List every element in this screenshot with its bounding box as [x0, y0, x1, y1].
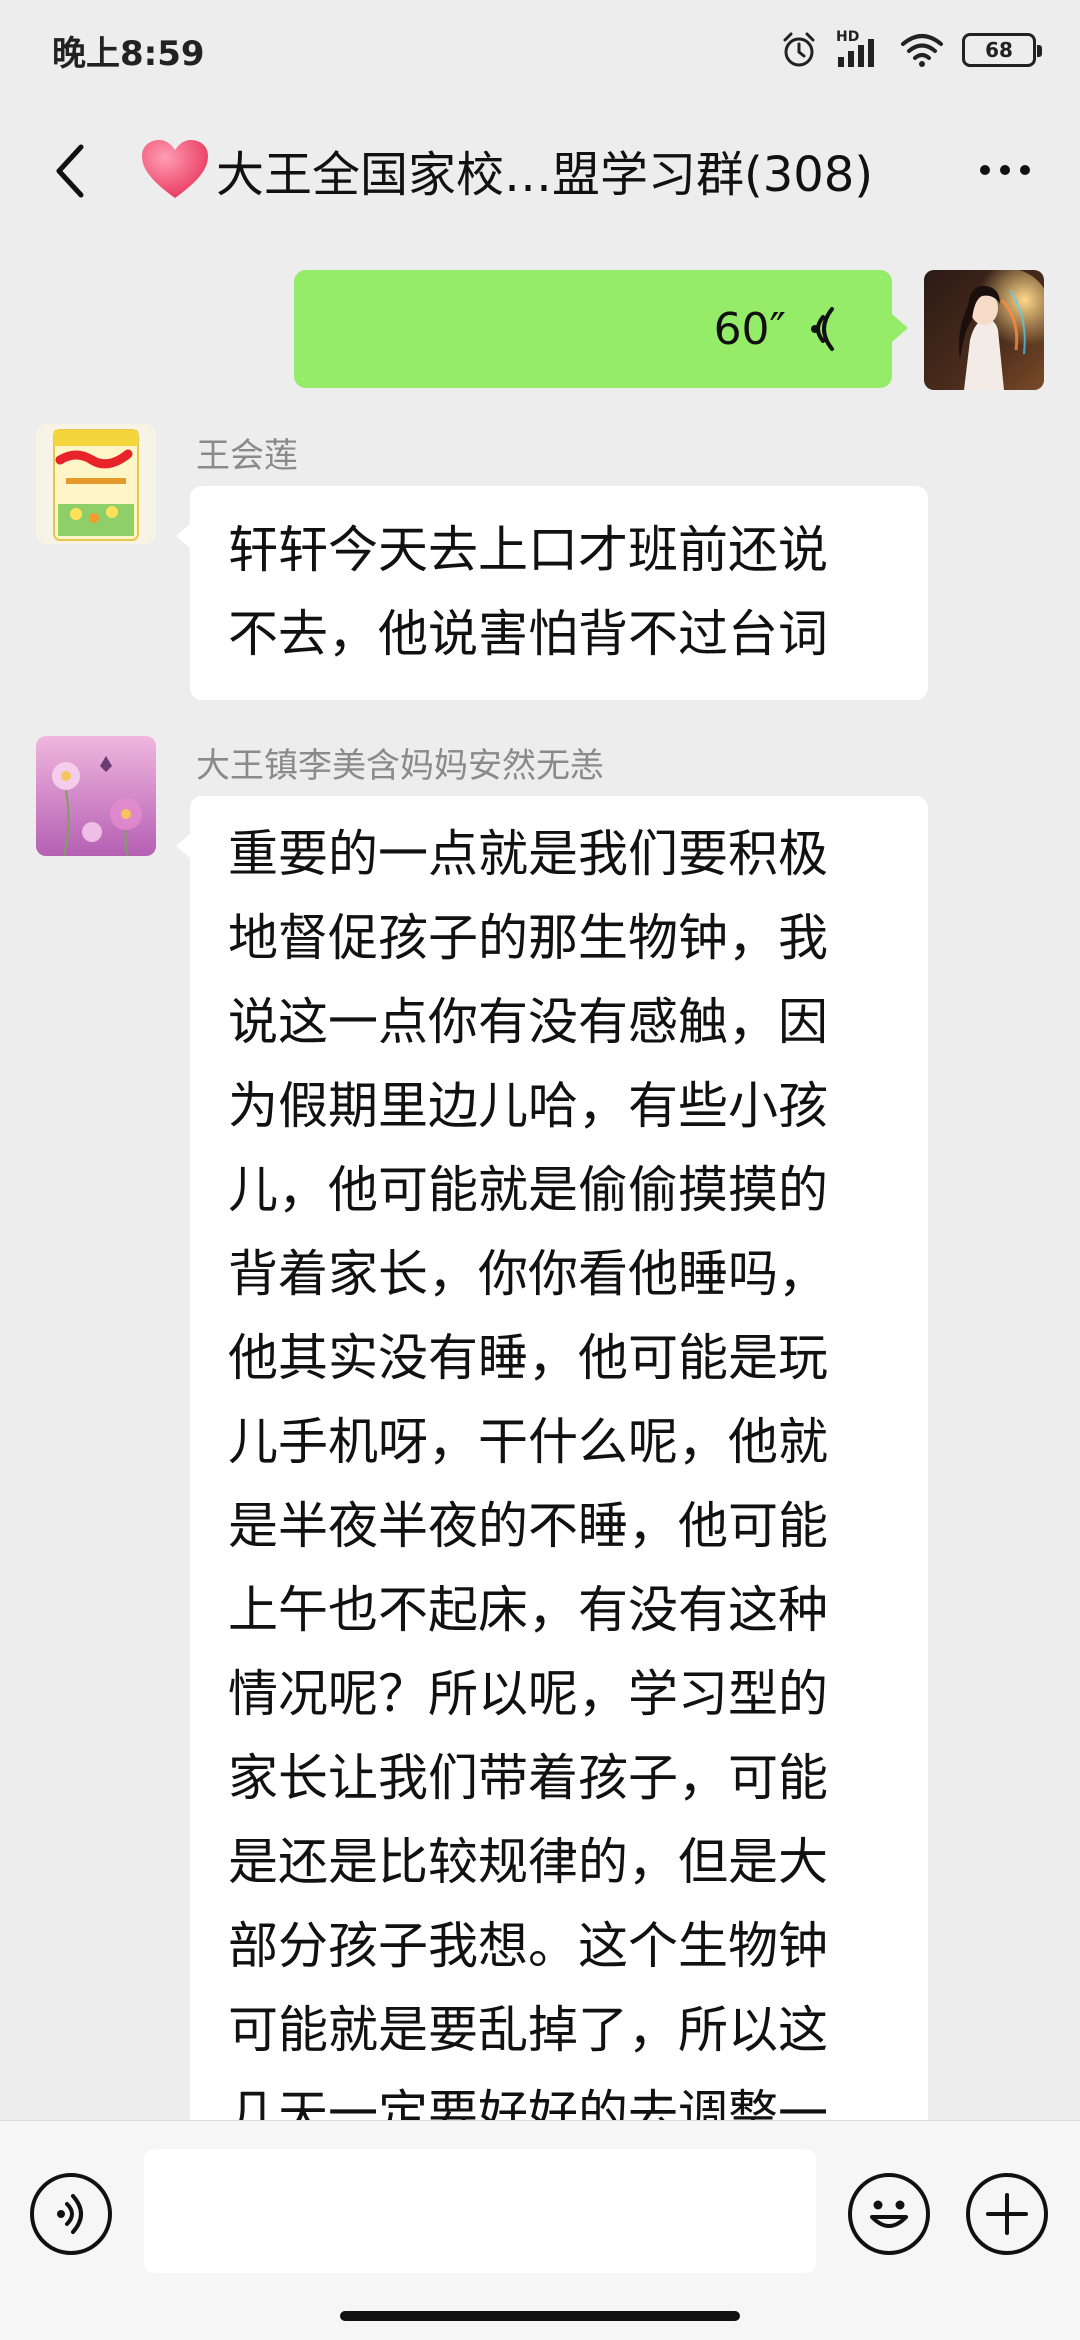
message-line: 儿，他可能就是偷偷摸摸的 — [228, 1161, 828, 1219]
more-dot-icon — [980, 165, 990, 175]
voice-duration: 60″ — [713, 303, 786, 355]
message-line: 轩轩今天去上口才班前还说 — [228, 521, 828, 579]
cellular-signal-icon: HD — [836, 29, 882, 69]
message-line: 背着家长，你你看他睡吗， — [228, 1245, 828, 1303]
message-line: 几天一定要好好的去调整一 — [228, 2085, 828, 2120]
my-avatar[interactable] — [924, 270, 1044, 390]
status-bar: 晚上8:59 HD 68 — [0, 0, 1080, 100]
message-line: 家长让我们带着孩子，可能 — [228, 1749, 828, 1807]
sender-avatar[interactable] — [36, 736, 156, 856]
message-line: 部分孩子我想。这个生物钟 — [228, 1917, 828, 1975]
pink-flower-avatar-icon — [36, 736, 156, 856]
message-line: 上午也不起床，有没有这种 — [228, 1581, 828, 1639]
more-dot-icon — [1020, 165, 1030, 175]
voice-message-bubble[interactable]: 60″ — [294, 270, 908, 388]
heart-icon — [142, 140, 208, 198]
sender-name: 王会莲 — [196, 436, 298, 476]
wechat-group-chat-screen: 晚上8:59 HD 68 大王全国家校…盟学习群(308) 60″ 王会莲 轩轩… — [0, 0, 1080, 2340]
chat-title-area[interactable]: 大王全国家校…盟学习群(308) — [140, 100, 950, 240]
message-line: 儿手机呀，干什么呢，他就 — [228, 1413, 828, 1471]
girl-portrait-avatar-icon — [924, 270, 1044, 390]
smiley-face-icon — [870, 2200, 908, 2228]
plus-icon — [986, 2193, 1028, 2235]
voice-wave-icon — [811, 307, 834, 351]
voice-wave-icon — [57, 2194, 83, 2234]
wifi-icon — [900, 32, 944, 68]
back-button[interactable] — [36, 136, 106, 206]
alarm-icon — [780, 31, 818, 69]
message-line: 为假期里边儿哈，有些小孩 — [228, 1077, 828, 1135]
sender-avatar[interactable] — [36, 424, 156, 544]
message-bubble[interactable]: 重要的一点就是我们要积极 地督促孩子的那生物钟，我 说这一点你有没有感触，因 为… — [176, 796, 928, 2120]
chat-title: 大王全国家校…盟学习群(308) — [216, 147, 874, 203]
message-line: 是还是比较规律的，但是大 — [228, 1833, 828, 1891]
chevron-left-icon — [56, 144, 84, 198]
sender-name: 大王镇李美含妈妈安然无恙 — [196, 746, 604, 786]
message-line: 情况呢？所以呢，学习型的 — [228, 1665, 828, 1723]
home-indicator[interactable] — [340, 2311, 740, 2321]
status-icons: HD 68 — [780, 29, 1042, 69]
voice-input-button[interactable] — [30, 2173, 112, 2255]
input-bar — [0, 2120, 1080, 2340]
message-list[interactable]: 60″ 王会莲 轩轩今天去上口才班前还说 不去，他说害怕背不过台词 大王镇李美含… — [0, 240, 1080, 2120]
message-bubble[interactable]: 轩轩今天去上口才班前还说 不去，他说害怕背不过台词 — [176, 486, 928, 700]
message-line: 说这一点你有没有感触，因 — [228, 993, 828, 1051]
message-line: 他其实没有睡，他可能是玩 — [228, 1329, 828, 1387]
status-time: 晚上8:59 — [52, 33, 205, 74]
message-line: 地督促孩子的那生物钟，我 — [228, 909, 828, 967]
more-dot-icon — [1000, 165, 1010, 175]
battery-icon: 68 — [962, 33, 1042, 67]
battery-level: 68 — [985, 38, 1013, 62]
more-options-button[interactable] — [960, 135, 1050, 205]
detergent-package-avatar-icon — [36, 424, 156, 544]
message-line: 是半夜半夜的不睡，他可能 — [228, 1497, 828, 1555]
more-functions-button[interactable] — [966, 2173, 1048, 2255]
message-line: 重要的一点就是我们要积极 — [228, 825, 828, 883]
message-line: 可能就是要乱掉了，所以这 — [228, 2001, 828, 2059]
chat-header: 大王全国家校…盟学习群(308) — [0, 100, 1080, 240]
message-input[interactable] — [144, 2149, 816, 2273]
message-line: 不去，他说害怕背不过台词 — [228, 605, 828, 663]
emoji-button[interactable] — [848, 2173, 930, 2255]
